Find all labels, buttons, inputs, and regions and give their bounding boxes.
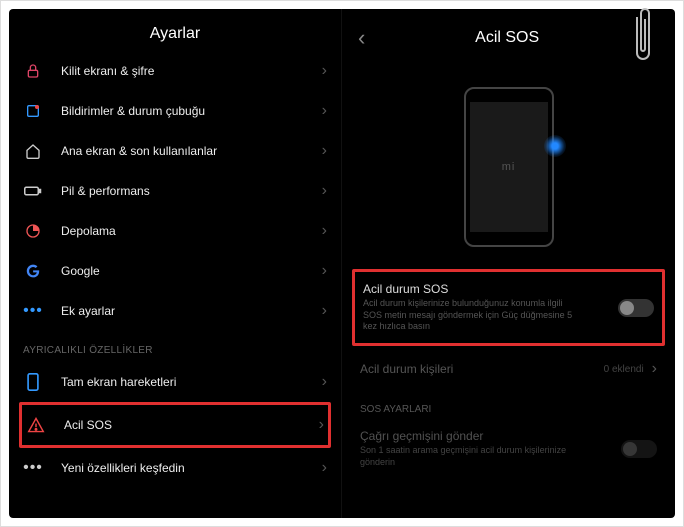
- menu-label: Yeni özellikleri keşfedin: [61, 461, 322, 475]
- chevron-right-icon: ›: [322, 142, 327, 160]
- google-icon: [23, 261, 43, 281]
- call-history-toggle[interactable]: [621, 440, 657, 458]
- chevron-right-icon: ›: [319, 416, 324, 434]
- lock-icon: [23, 61, 43, 81]
- call-history-row: Çağrı geçmişini gönder Son 1 saatin aram…: [352, 419, 665, 478]
- paper-clip-icon: [631, 3, 655, 73]
- menu-label: Bildirimler & durum çubuğu: [61, 104, 322, 118]
- sos-title: Acil durum SOS: [363, 282, 618, 296]
- menu-label: Pil & performans: [61, 184, 322, 198]
- notification-icon: [23, 101, 43, 121]
- phone-icon: [23, 372, 43, 392]
- menu-fullscreen-gestures[interactable]: Tam ekran hareketleri ›: [19, 362, 331, 402]
- menu-more-settings[interactable]: ••• Ek ayarlar ›: [19, 291, 331, 331]
- chevron-right-icon: ›: [322, 62, 327, 80]
- section-header-sos-settings: SOS AYARLARI: [352, 390, 665, 419]
- chevron-right-icon: ›: [322, 373, 327, 391]
- menu-discover-features[interactable]: ••• Yeni özellikleri keşfedin ›: [19, 448, 331, 488]
- menu-label: Kilit ekranı & şifre: [61, 64, 322, 78]
- battery-icon: [23, 181, 43, 201]
- call-history-title: Çağrı geçmişini gönder: [360, 429, 621, 443]
- menu-lock-screen[interactable]: Kilit ekranı & şifre ›: [19, 51, 331, 91]
- section-header-privileged: AYRICALIKLI ÖZELLİKLER: [19, 331, 331, 362]
- menu-google[interactable]: Google ›: [19, 251, 331, 291]
- phone-preview: mi: [352, 59, 665, 267]
- menu-storage[interactable]: Depolama ›: [19, 211, 331, 251]
- power-button-indicator-icon: [544, 135, 566, 157]
- left-title: Ayarlar: [19, 9, 331, 51]
- emergency-contacts-row[interactable]: Acil durum kişileri 0 eklendi ›: [352, 348, 665, 390]
- chevron-right-icon: ›: [322, 459, 327, 477]
- menu-label: Tam ekran hareketleri: [61, 375, 322, 389]
- menu-home[interactable]: Ana ekran & son kullanılanlar ›: [19, 131, 331, 171]
- menu-battery[interactable]: Pil & performans ›: [19, 171, 331, 211]
- chevron-right-icon: ›: [322, 102, 327, 120]
- menu-label: Ek ayarlar: [61, 304, 322, 318]
- sos-toggle[interactable]: [618, 299, 654, 317]
- right-header: ‹ Acil SOS: [352, 9, 665, 59]
- sos-panel: ‹ Acil SOS mi Acil durum SOS Acil durum …: [342, 9, 675, 518]
- more-icon: •••: [23, 458, 43, 478]
- phone-screen: mi: [470, 102, 548, 232]
- chevron-right-icon: ›: [322, 302, 327, 320]
- sos-description: Acil durum kişilerinize bulunduğunuz kon…: [363, 298, 583, 333]
- call-history-description: Son 1 saatin arama geçmişini acil durum …: [360, 445, 580, 468]
- app-frame: Ayarlar Kilit ekranı & şifre › Bildiriml…: [9, 9, 675, 518]
- right-title: Acil SOS: [371, 29, 643, 47]
- chevron-right-icon: ›: [322, 182, 327, 200]
- home-icon: [23, 141, 43, 161]
- storage-icon: [23, 221, 43, 241]
- phone-frame: mi: [464, 87, 554, 247]
- more-icon: •••: [23, 301, 43, 321]
- contacts-value: 0 eklendi: [604, 364, 644, 375]
- back-button[interactable]: ‹: [352, 25, 371, 51]
- menu-label: Google: [61, 264, 322, 278]
- sos-toggle-row: Acil durum SOS Acil durum kişilerinize b…: [352, 269, 665, 346]
- menu-emergency-sos[interactable]: Acil SOS ›: [19, 402, 331, 448]
- menu-label: Ana ekran & son kullanılanlar: [61, 144, 322, 158]
- alert-icon: [26, 415, 46, 435]
- menu-label: Depolama: [61, 224, 322, 238]
- contacts-label: Acil durum kişileri: [360, 362, 604, 376]
- chevron-right-icon: ›: [322, 262, 327, 280]
- chevron-right-icon: ›: [322, 222, 327, 240]
- menu-notifications[interactable]: Bildirimler & durum çubuğu ›: [19, 91, 331, 131]
- chevron-right-icon: ›: [652, 360, 657, 378]
- settings-panel: Ayarlar Kilit ekranı & şifre › Bildiriml…: [9, 9, 342, 518]
- menu-label: Acil SOS: [64, 418, 319, 432]
